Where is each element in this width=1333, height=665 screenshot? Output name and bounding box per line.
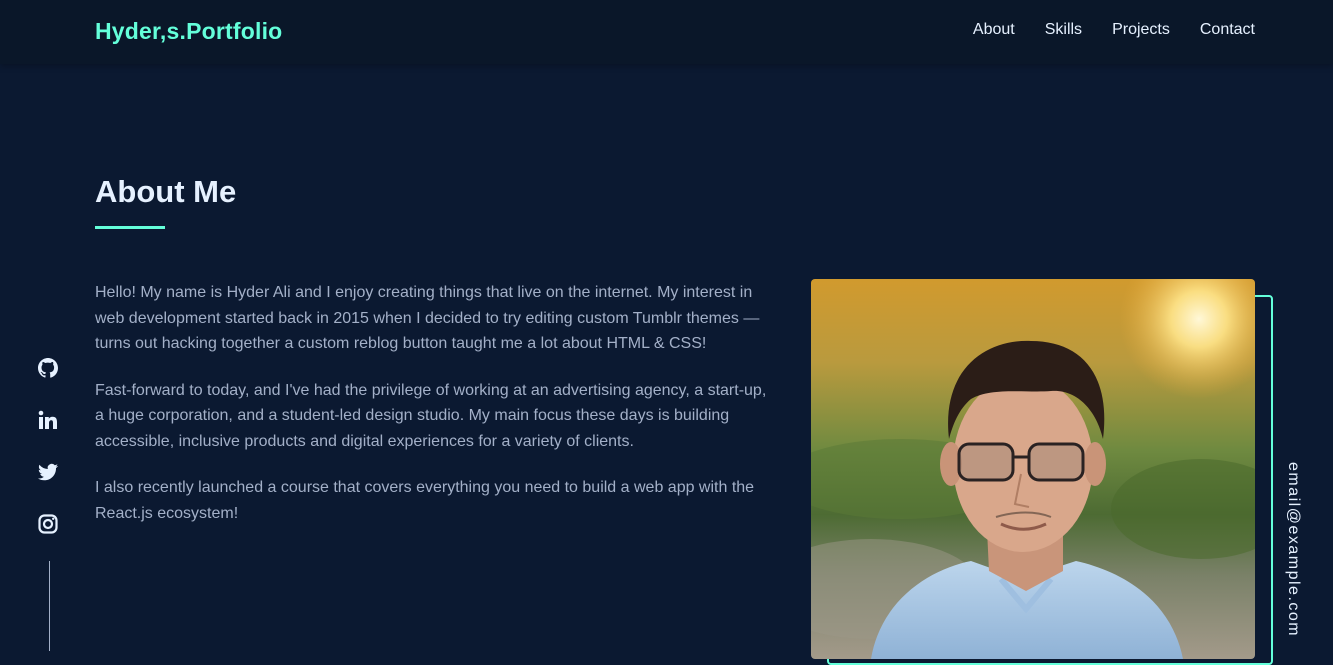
about-text: Hello! My name is Hyder Ali and I enjoy … <box>95 280 767 547</box>
social-divider-line <box>49 561 50 651</box>
instagram-icon[interactable] <box>36 512 60 536</box>
linkedin-icon[interactable] <box>36 408 60 432</box>
social-bar <box>36 356 60 536</box>
navbar: Hyder,s.Portfolio About Skills Projects … <box>0 0 1333 64</box>
github-icon[interactable] <box>36 356 60 380</box>
nav-link-contact[interactable]: Contact <box>1200 21 1255 39</box>
profile-photo <box>811 279 1255 659</box>
nav-link-projects[interactable]: Projects <box>1112 21 1170 39</box>
about-paragraph-2: Fast-forward to today, and I've had the … <box>95 381 767 450</box>
nav-links: About Skills Projects Contact <box>973 21 1255 39</box>
about-paragraph-3: I also recently launched a course that c… <box>95 479 755 522</box>
twitter-icon[interactable] <box>36 460 60 484</box>
nav-link-about[interactable]: About <box>973 21 1015 39</box>
email-link[interactable]: email@example.com <box>1284 462 1302 637</box>
nav-link-skills[interactable]: Skills <box>1045 21 1082 39</box>
logo-link[interactable]: Hyder,s.Portfolio <box>95 18 282 45</box>
about-title: About Me <box>95 174 237 209</box>
about-paragraph-1: Hello! My name is Hyder Ali and I enjoy … <box>95 284 760 352</box>
title-underline <box>95 226 165 229</box>
